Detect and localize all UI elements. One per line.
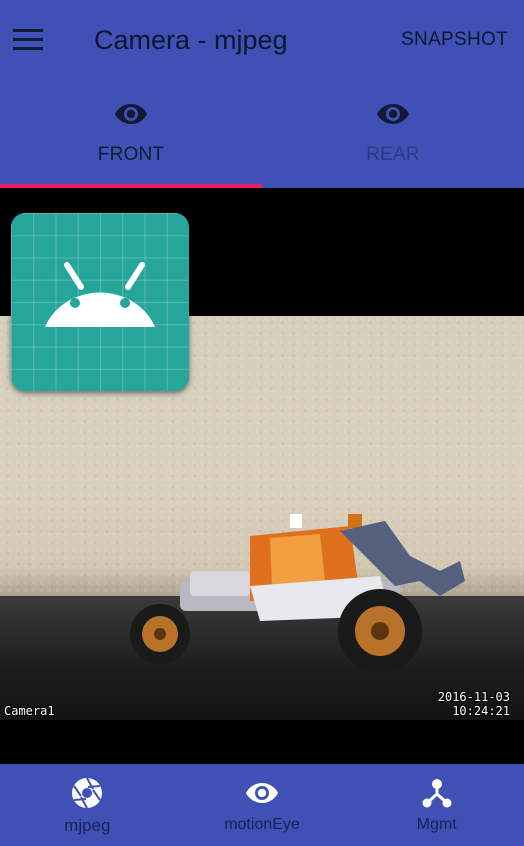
- toy-car-image: [130, 514, 465, 673]
- android-robot-icon: [45, 262, 155, 327]
- camera-app: Camera - mjpeg SNAPSHOT FRONT REAR Camer…: [0, 0, 524, 846]
- network-icon: [421, 778, 453, 808]
- android-app-icon[interactable]: [11, 213, 189, 391]
- aperture-icon: [71, 777, 103, 809]
- nav-item-mgmt[interactable]: Mgmt: [349, 764, 524, 846]
- tab-rear[interactable]: REAR: [262, 80, 524, 188]
- timestamp-date: 2016-11-03: [437, 690, 510, 704]
- nav-label-motioneye: motionEye: [224, 816, 300, 833]
- timestamp-overlay: 2016-11-03 10:24:21: [438, 690, 510, 718]
- camera-name-overlay: Camera1: [4, 704, 55, 718]
- eye-icon: [245, 778, 279, 808]
- hamburger-menu-icon[interactable]: [10, 22, 46, 58]
- bottom-navigation: mjpeg motionEye Mgmt: [0, 764, 524, 846]
- timestamp-time: 10:24:21: [452, 704, 510, 718]
- eye-icon: [376, 100, 410, 128]
- page-title: Camera - mjpeg: [94, 25, 288, 55]
- camera-tabs: FRONT REAR: [0, 80, 524, 188]
- nav-item-mjpeg[interactable]: mjpeg: [0, 764, 175, 846]
- tab-rear-label: REAR: [366, 144, 420, 165]
- tab-front-label: FRONT: [97, 144, 165, 165]
- eye-icon: [114, 100, 148, 128]
- nav-label-mgmt: Mgmt: [416, 816, 457, 833]
- nav-item-motioneye[interactable]: motionEye: [175, 764, 350, 846]
- snapshot-button[interactable]: SNAPSHOT: [401, 26, 508, 54]
- tab-front[interactable]: FRONT: [0, 80, 262, 188]
- nav-label-mjpeg: mjpeg: [64, 816, 111, 835]
- top-app-bar: Camera - mjpeg SNAPSHOT: [0, 0, 524, 80]
